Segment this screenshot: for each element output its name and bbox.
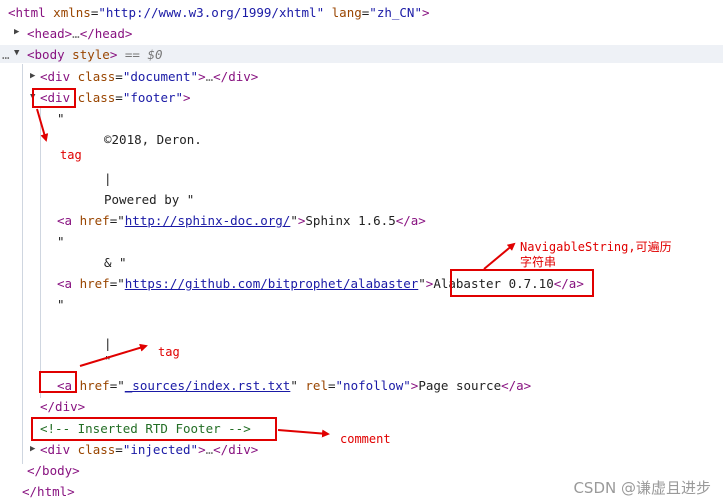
annotation-box-navigable-string [450,269,594,297]
arrow-to-comment-label [277,429,330,438]
div-footer-close-line[interactable]: </div> [40,398,85,415]
text-node-quote: " [57,111,65,126]
arrow-to-tag-label [36,108,49,142]
text-node-quote: " [104,353,112,368]
annotation-label-tag: tag [60,148,82,162]
div-injected-line[interactable]: <div class="injected">…</div> [40,441,258,458]
annotation-box-a-tag [39,371,77,393]
annotation-box-div-tag [32,88,76,108]
annotation-label-tag-2: tag [158,345,180,359]
a-sphinx-line[interactable]: <a href="http://sphinx-doc.org/">Sphinx … [57,212,426,229]
page-source-link[interactable]: _sources/index.rst.txt [125,378,291,393]
sphinx-link[interactable]: http://sphinx-doc.org/ [125,213,291,228]
footer-guide-line [40,108,41,398]
body-close-line[interactable]: </body> [27,462,80,479]
text-node-copyright: ©2018, Deron. [104,132,202,147]
expand-arrow-icon[interactable]: ▶ [30,71,35,81]
alabaster-link[interactable]: https://github.com/bitprophet/alabaster [125,276,419,291]
html-close-line[interactable]: </html> [22,483,75,500]
ellipsis-menu-icon[interactable]: … [2,46,10,63]
csdn-watermark: CSDN @谦虚且进步 [573,479,711,497]
expand-arrow-icon[interactable]: ▶ [30,444,35,454]
a-page-source-line[interactable]: <a href="_sources/index.rst.txt" rel="no… [57,377,531,394]
arrow-to-navigable-string [483,242,516,270]
expand-arrow-icon[interactable]: ▶ [14,27,19,37]
text-node-quote: " [57,234,65,249]
annotation-label-navigable-string-line2: 字符串 [520,255,557,269]
head-line[interactable]: <head>…</head> [27,25,132,42]
text-node-powered-by: Powered by " [104,192,195,207]
body-guide-line [22,64,23,464]
collapse-arrow-icon[interactable]: ▼ [14,48,19,58]
text-node-pipe: | [104,336,112,351]
annotation-box-comment [31,417,277,441]
html-open-line[interactable]: <html xmlns="http://www.w3.org/1999/xhtm… [8,4,430,21]
annotation-label-comment: comment [340,432,391,446]
body-open-line[interactable]: <body style> == $0 [27,46,163,63]
text-node-quote: " [57,297,65,312]
text-node-pipe: | [104,171,112,186]
arrow-to-second-tag-label [79,343,148,367]
div-document-line[interactable]: <div class="document">…</div> [40,68,258,85]
text-node-amp: & " [104,255,127,270]
